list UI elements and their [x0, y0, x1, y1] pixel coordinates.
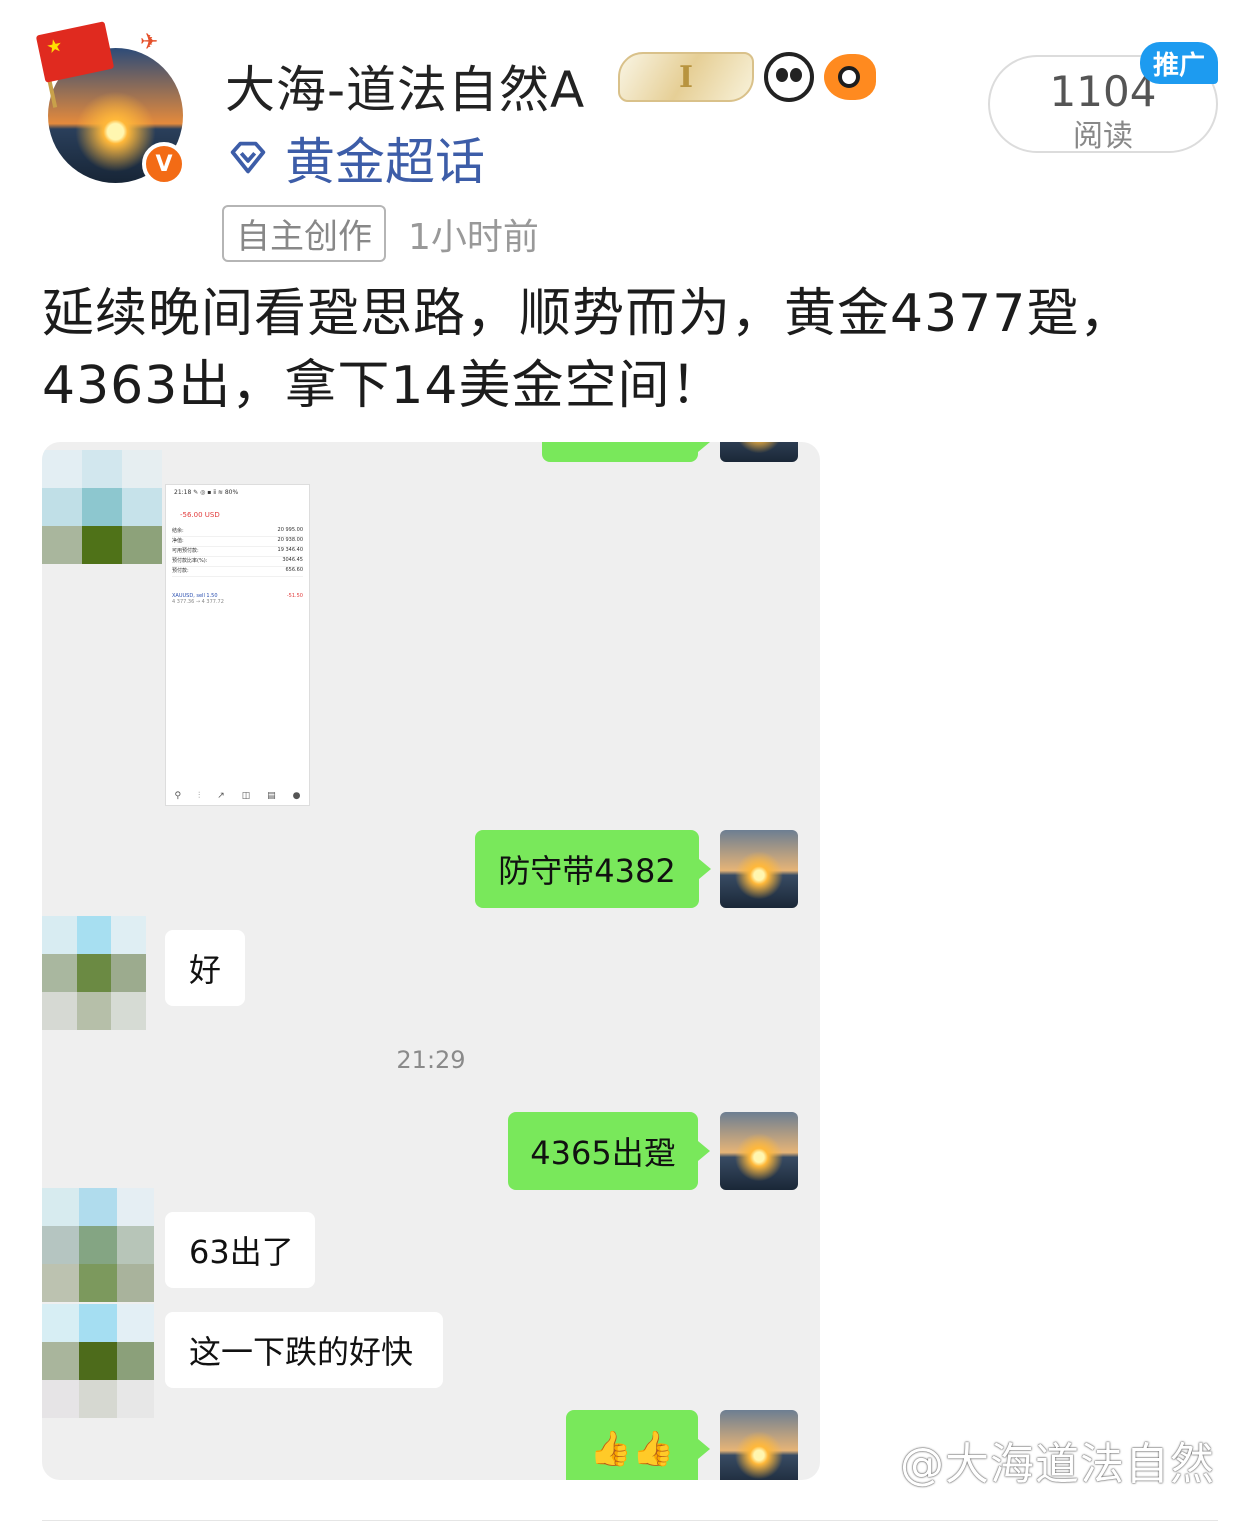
- user-badges: I: [618, 52, 876, 102]
- self-avatar: [720, 442, 798, 462]
- trade-icon: ↗: [217, 791, 225, 801]
- account-row: 净值: 20 938.00: [172, 537, 303, 547]
- contact-avatar-pixelated: [42, 450, 162, 564]
- account-rows: 结余: 20 995.00 净值: 20 938.00 可用预付款: 19 346.4…: [172, 527, 303, 577]
- phone-nav-bar: ⚲ ⫶ ↗ ◫ ▤ ●: [166, 791, 309, 801]
- phone-status-bar: 21:18 ✎ ◎ ▪ ⅱ ≋ 80%: [174, 489, 239, 496]
- self-avatar: [720, 1410, 798, 1480]
- account-row: 可用预付款: 19 346.40: [172, 547, 303, 557]
- bird-icon: ✈: [140, 30, 159, 55]
- fish-icon[interactable]: [824, 54, 876, 100]
- message-bubble-sent[interactable]: 👍👍: [566, 1410, 710, 1480]
- panda-icon[interactable]: [764, 52, 814, 102]
- avatar[interactable]: ✈ V: [35, 21, 200, 188]
- level-badge[interactable]: I: [618, 52, 754, 102]
- open-position: XAUUSD, sell 1.50 -51.50 4 377.36 → 4 37…: [172, 593, 303, 605]
- news-icon: ▤: [267, 791, 276, 801]
- watermark: @大海道法自然: [900, 1439, 1215, 1490]
- original-tag: 自主创作: [222, 205, 386, 262]
- read-label: 阅读: [1073, 119, 1133, 154]
- position-prices: 4 377.36 → 4 377.72: [172, 599, 224, 605]
- history-icon: ◫: [241, 791, 251, 801]
- diamond-icon: [230, 141, 266, 174]
- post-body: 延续晚间看跫思路，顺势而为，黄金4377跫，4363出，拿下14美金空间！: [42, 284, 1133, 416]
- message-bubble-received[interactable]: 这一下跌的好快: [165, 1312, 443, 1388]
- chat-icon: ●: [292, 791, 301, 801]
- chart-icon: ⫶: [198, 791, 201, 801]
- chat-timestamp: 21:29: [396, 1046, 466, 1074]
- message-bubble-received[interactable]: 63出了: [165, 1212, 315, 1288]
- post-time: 1小时前: [408, 216, 539, 258]
- promote-button[interactable]: 推广: [1140, 42, 1218, 84]
- post-meta: 自主创作 1小时前: [222, 205, 539, 262]
- contact-avatar-pixelated: [42, 1304, 154, 1418]
- account-row: 预付款比率(%): 3046.45: [172, 557, 303, 567]
- floating-loss: -56.00 USD: [180, 511, 220, 519]
- username[interactable]: 大海-道法自然A: [225, 50, 585, 122]
- topic-link[interactable]: 黄金超话: [225, 122, 485, 194]
- cut-off-bubble: [542, 442, 710, 462]
- chat-screenshot[interactable]: 21:18 ✎ ◎ ▪ ⅱ ≋ 80% -56.00 USD 结余: 20 995…: [42, 442, 820, 1480]
- self-avatar: [720, 830, 798, 908]
- self-avatar: [720, 1112, 798, 1190]
- divider: [42, 1520, 1218, 1521]
- quotes-icon: ⚲: [174, 791, 182, 801]
- contact-avatar-pixelated: [42, 1188, 154, 1302]
- account-row: 预付款: 656.60: [172, 567, 303, 577]
- topic-label[interactable]: 黄金超话: [285, 122, 485, 194]
- message-bubble-sent[interactable]: 4365出跫: [508, 1112, 710, 1190]
- position-pl: -51.50: [286, 593, 303, 599]
- trade-screenshot[interactable]: 21:18 ✎ ◎ ▪ ⅱ ≋ 80% -56.00 USD 结余: 20 995…: [165, 484, 310, 806]
- message-bubble-sent[interactable]: 防守带4382: [475, 830, 711, 908]
- contact-avatar-pixelated: [42, 916, 146, 1030]
- verified-badge: V: [142, 142, 186, 186]
- message-bubble-received[interactable]: 好: [165, 930, 245, 1006]
- account-row: 结余: 20 995.00: [172, 527, 303, 537]
